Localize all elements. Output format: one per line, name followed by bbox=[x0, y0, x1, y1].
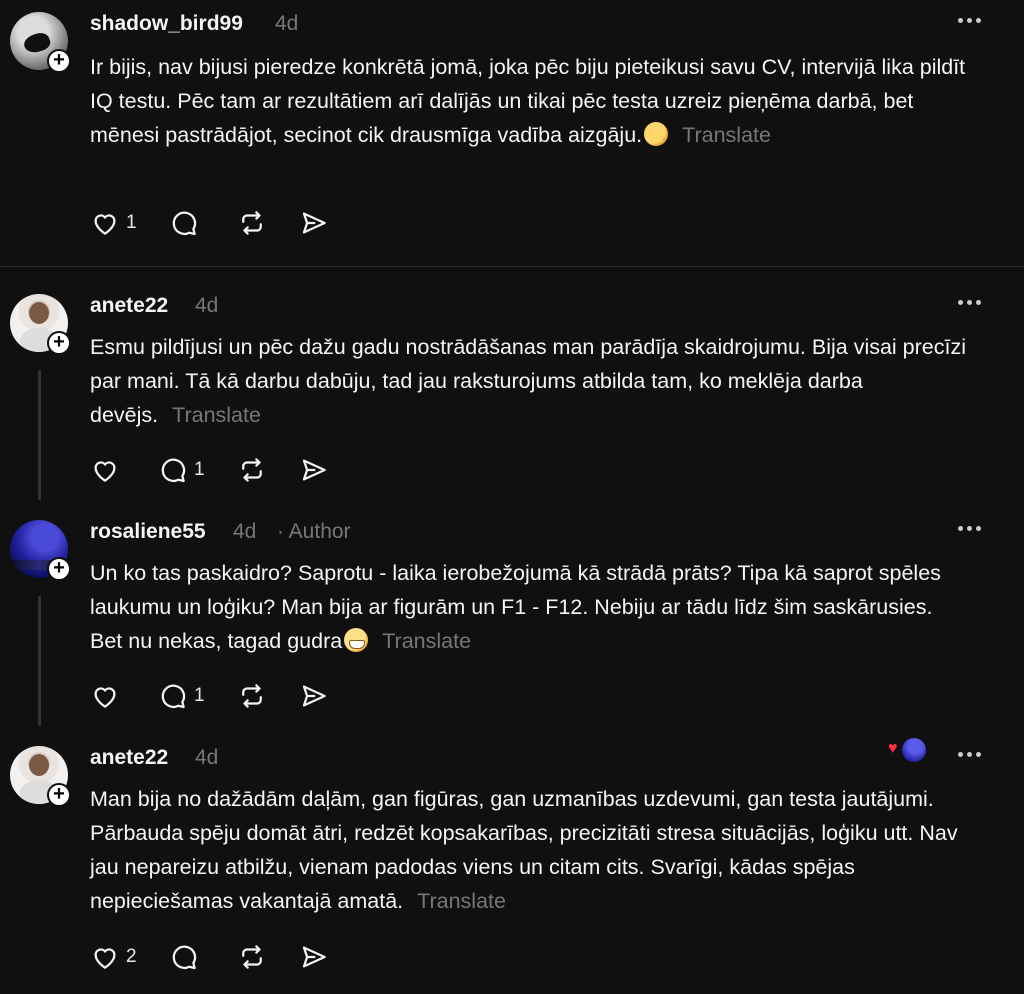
post-time[interactable]: 4d bbox=[275, 12, 298, 36]
post-text-content: Un ko tas paskaidro? Saprotu - laika ier… bbox=[90, 561, 941, 653]
post-text-content: Ir bijis, nav bijusi pieredze konkrētā j… bbox=[90, 55, 966, 147]
reply-button[interactable] bbox=[169, 942, 205, 972]
thread-line bbox=[38, 596, 41, 726]
send-icon bbox=[302, 212, 326, 234]
translate-link[interactable]: Translate bbox=[682, 123, 771, 147]
reply-button[interactable]: 1 bbox=[158, 681, 205, 711]
like-count: 1 bbox=[126, 212, 137, 233]
post-time[interactable]: 4d bbox=[195, 294, 218, 318]
action-bar: 2 bbox=[90, 940, 361, 974]
heart-icon bbox=[94, 461, 116, 482]
reply-count: 1 bbox=[194, 459, 205, 480]
like-button[interactable]: 1 bbox=[90, 208, 137, 238]
more-icon[interactable] bbox=[953, 288, 985, 310]
post-text: Ir bijis, nav bijusi pieredze konkrētā j… bbox=[90, 50, 970, 152]
reactor-avatar bbox=[900, 736, 928, 764]
like-button[interactable] bbox=[90, 681, 126, 711]
reply-count: 1 bbox=[194, 685, 205, 706]
hugging-emoji-icon bbox=[644, 122, 669, 146]
reply-button[interactable] bbox=[169, 208, 205, 238]
comment-icon bbox=[172, 945, 196, 970]
username[interactable]: anete22 bbox=[90, 746, 168, 770]
post-text-content: Man bija no dažādām daļām, gan figūras, … bbox=[90, 787, 958, 913]
repost-icon bbox=[241, 211, 262, 235]
heart-icon bbox=[94, 214, 116, 235]
comment-icon bbox=[161, 458, 186, 483]
action-bar: 1 bbox=[90, 453, 361, 487]
repost-icon bbox=[241, 458, 262, 482]
username[interactable]: shadow_bird99 bbox=[90, 12, 243, 36]
post-text: Esmu pildījusi un pēc dažu gadu nostrādā… bbox=[90, 330, 970, 432]
repost-button[interactable] bbox=[237, 942, 267, 972]
plus-icon[interactable]: + bbox=[47, 331, 71, 355]
author-label: · Author bbox=[277, 520, 351, 543]
like-button[interactable]: 2 bbox=[90, 942, 137, 972]
like-count: 2 bbox=[126, 946, 137, 967]
heart-icon bbox=[94, 687, 116, 708]
post-time[interactable]: 4d bbox=[233, 520, 256, 544]
action-bar: 1 bbox=[90, 679, 361, 713]
repost-button[interactable] bbox=[237, 208, 267, 238]
action-bar: 1 bbox=[90, 206, 361, 240]
avatar-wrap[interactable]: + bbox=[10, 12, 71, 73]
comment-icon bbox=[172, 211, 196, 236]
comment-icon bbox=[161, 684, 186, 709]
plus-icon[interactable]: + bbox=[47, 783, 71, 807]
send-icon bbox=[302, 459, 326, 481]
translate-link[interactable]: Translate bbox=[417, 889, 506, 913]
avatar-wrap[interactable]: + bbox=[10, 294, 71, 355]
repost-button[interactable] bbox=[237, 455, 267, 485]
more-icon[interactable] bbox=[953, 740, 985, 762]
share-button[interactable] bbox=[299, 942, 329, 972]
avatar-wrap[interactable]: + bbox=[10, 520, 71, 581]
send-icon bbox=[302, 685, 326, 707]
repost-icon bbox=[241, 684, 262, 708]
username[interactable]: rosaliene55 bbox=[90, 520, 206, 544]
plus-icon[interactable]: + bbox=[47, 49, 71, 73]
repost-button[interactable] bbox=[237, 681, 267, 711]
post-time[interactable]: 4d bbox=[195, 746, 218, 770]
share-button[interactable] bbox=[299, 455, 329, 485]
more-icon[interactable] bbox=[953, 6, 985, 28]
post-text: Man bija no dažādām daļām, gan figūras, … bbox=[90, 782, 970, 918]
grinning-emoji-icon bbox=[344, 628, 369, 652]
post-text: Un ko tas paskaidro? Saprotu - laika ier… bbox=[90, 556, 970, 658]
reply-button[interactable]: 1 bbox=[158, 455, 205, 485]
translate-link[interactable]: Translate bbox=[382, 629, 471, 653]
more-icon[interactable] bbox=[953, 514, 985, 536]
translate-link[interactable]: Translate bbox=[172, 403, 261, 427]
repost-icon bbox=[241, 945, 262, 969]
share-button[interactable] bbox=[299, 208, 329, 238]
post-divider bbox=[0, 266, 1024, 267]
plus-icon[interactable]: + bbox=[47, 557, 71, 581]
reaction-indicator[interactable]: ♥ bbox=[888, 736, 928, 764]
send-icon bbox=[302, 946, 326, 968]
heart-icon bbox=[94, 948, 116, 969]
avatar-wrap[interactable]: + bbox=[10, 746, 71, 807]
like-button[interactable] bbox=[90, 455, 126, 485]
username[interactable]: anete22 bbox=[90, 294, 168, 318]
thread-line bbox=[38, 370, 41, 500]
share-button[interactable] bbox=[299, 681, 329, 711]
